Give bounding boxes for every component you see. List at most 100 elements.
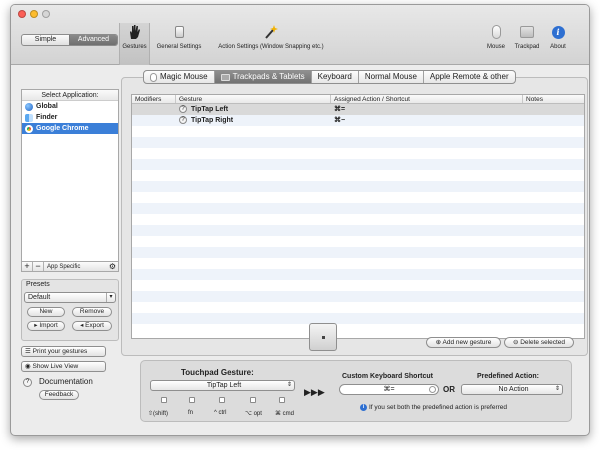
live-view-label: Show Live View bbox=[32, 363, 79, 370]
help-icon[interactable]: ? bbox=[23, 378, 32, 387]
row-modifiers bbox=[132, 104, 176, 115]
column-assigned-action[interactable]: Assigned Action / Shortcut bbox=[331, 95, 523, 103]
modifier-opt-label: ⌥ opt bbox=[245, 411, 262, 417]
modifier-shift-checkbox[interactable] bbox=[161, 397, 167, 403]
print-icon: ☰ bbox=[25, 348, 31, 355]
tab-keyboard[interactable]: Keyboard bbox=[312, 71, 359, 83]
predefined-action-value: No Action bbox=[498, 386, 529, 393]
modifier-cmd-checkbox[interactable] bbox=[279, 397, 285, 403]
info-note-text: If you set both the predefined action is… bbox=[369, 404, 508, 411]
show-live-view-button[interactable]: ◉ Show Live View bbox=[21, 361, 106, 372]
tab-label: Keyboard bbox=[317, 72, 352, 81]
row-gesture: ? TipTap Right bbox=[176, 115, 331, 126]
app-item-finder[interactable]: Finder bbox=[22, 112, 118, 123]
modifier-fn-checkbox[interactable] bbox=[189, 397, 195, 403]
preset-select[interactable]: Default ▾ bbox=[24, 292, 116, 303]
toolbar-trackpad[interactable]: Trackpad bbox=[511, 23, 543, 50]
toolbar-trackpad-label: Trackpad bbox=[514, 44, 540, 50]
gesture-table[interactable]: Modifiers Gesture Assigned Action / Shor… bbox=[131, 94, 585, 339]
info-note: i If you set both the predefined action … bbox=[360, 404, 507, 411]
row-shortcut: ⌘= bbox=[334, 106, 346, 113]
toolbar-about-label: About bbox=[550, 44, 566, 50]
gear-icon[interactable]: ⚙ bbox=[107, 262, 118, 271]
toolbar-general-label: General Settings bbox=[156, 44, 202, 50]
table-body: ? TipTap Left ⌘= ? TipTap Right ⌘− bbox=[132, 104, 584, 335]
modifier-opt-checkbox[interactable] bbox=[250, 397, 256, 403]
record-gesture-button[interactable] bbox=[309, 323, 337, 351]
switch-icon bbox=[170, 23, 188, 41]
toolbar-mouse-label: Mouse bbox=[486, 44, 505, 50]
tab-magic-mouse[interactable]: Magic Mouse bbox=[144, 71, 215, 83]
mode-segmented-control: Simple Advanced bbox=[21, 34, 118, 46]
column-modifiers[interactable]: Modifiers bbox=[132, 95, 176, 103]
chevron-down-icon: ▾ bbox=[106, 293, 115, 302]
tab-trackpads-tablets[interactable]: Trackpads & Tablets bbox=[214, 71, 312, 83]
delete-selected-label: Delete selected bbox=[520, 339, 566, 346]
globe-icon bbox=[25, 102, 33, 111]
predefined-action-select[interactable]: No Action ⇕ bbox=[461, 384, 563, 395]
shortcut-value: ⌘= bbox=[383, 386, 395, 393]
delete-selected-button[interactable]: ⊖ Delete selected bbox=[504, 337, 574, 348]
row-shortcut: ⌘− bbox=[334, 117, 346, 124]
remove-app-button[interactable]: − bbox=[33, 262, 44, 271]
chrome-icon bbox=[25, 124, 33, 133]
minimize-window-button[interactable] bbox=[30, 10, 38, 18]
close-window-button[interactable] bbox=[18, 10, 26, 18]
shortcut-recorder-field[interactable]: ⌘= bbox=[339, 384, 439, 395]
toolbar-action-label: Action Settings (Window Snapping etc.) bbox=[218, 44, 324, 50]
table-row-empty bbox=[132, 258, 584, 269]
column-notes[interactable]: Notes bbox=[523, 95, 584, 103]
export-button[interactable]: ◂ Export bbox=[72, 321, 112, 331]
add-app-button[interactable]: + bbox=[22, 262, 33, 271]
modifier-shift-label: ⇧(shift) bbox=[148, 411, 169, 417]
application-list: Select Application: Global Finder Google… bbox=[21, 89, 119, 263]
tab-label: Apple Remote & other bbox=[429, 72, 509, 81]
custom-shortcut-title: Custom Keyboard Shortcut bbox=[342, 373, 434, 380]
add-gesture-button[interactable]: ⊕ Add new gesture bbox=[426, 337, 501, 348]
help-icon[interactable]: ? bbox=[179, 105, 187, 113]
toolbar-general-settings[interactable]: General Settings bbox=[151, 23, 207, 50]
app-window: Simple Advanced Gestures General Setting… bbox=[10, 4, 590, 436]
row-gesture-label: TipTap Right bbox=[191, 117, 234, 124]
print-gestures-button[interactable]: ☰ Print your gestures bbox=[21, 346, 106, 357]
table-row[interactable]: ? TipTap Left ⌘= bbox=[132, 104, 584, 115]
toolbar-gestures[interactable]: Gestures bbox=[119, 23, 150, 65]
new-preset-button[interactable]: New bbox=[27, 307, 65, 317]
app-item-global[interactable]: Global bbox=[22, 101, 118, 112]
table-row-empty bbox=[132, 148, 584, 159]
help-icon[interactable]: ? bbox=[179, 116, 187, 124]
feedback-button[interactable]: Feedback bbox=[39, 390, 79, 400]
tab-normal-mouse[interactable]: Normal Mouse bbox=[359, 71, 424, 83]
mouse-icon bbox=[150, 72, 157, 82]
import-button[interactable]: ▸ Import bbox=[27, 321, 65, 331]
export-icon: ◂ bbox=[80, 322, 84, 329]
toolbar-about[interactable]: i About bbox=[546, 23, 570, 50]
app-item-google-chrome[interactable]: Google Chrome bbox=[22, 123, 118, 134]
eye-icon: ◉ bbox=[25, 363, 31, 370]
table-row-empty bbox=[132, 236, 584, 247]
modifier-ctrl-checkbox[interactable] bbox=[219, 397, 225, 403]
clear-shortcut-icon[interactable] bbox=[429, 386, 436, 393]
table-row-empty bbox=[132, 324, 584, 335]
documentation-link[interactable]: Documentation bbox=[39, 377, 93, 386]
mode-simple-button[interactable]: Simple bbox=[22, 35, 69, 45]
touchpad-gesture-select[interactable]: TipTap Left ⇕ bbox=[150, 380, 295, 391]
table-row-empty bbox=[132, 137, 584, 148]
modifier-fn-label: fn bbox=[188, 410, 194, 416]
column-gesture[interactable]: Gesture bbox=[176, 95, 331, 103]
presets-title: Presets bbox=[26, 281, 50, 288]
app-item-label: Finder bbox=[36, 114, 58, 121]
mode-advanced-button[interactable]: Advanced bbox=[69, 35, 117, 45]
zoom-window-button[interactable] bbox=[42, 10, 50, 18]
table-row-empty bbox=[132, 247, 584, 258]
toolbar-mouse[interactable]: Mouse bbox=[484, 23, 508, 50]
toolbar-gestures-label: Gestures bbox=[122, 44, 147, 50]
tab-apple-remote[interactable]: Apple Remote & other bbox=[424, 71, 515, 83]
predefined-action-title: Predefined Action: bbox=[477, 373, 539, 380]
table-row[interactable]: ? TipTap Right ⌘− bbox=[132, 115, 584, 126]
table-row-empty bbox=[132, 313, 584, 324]
toolbar-action-settings[interactable]: Action Settings (Window Snapping etc.) bbox=[209, 23, 333, 50]
remove-preset-button[interactable]: Remove bbox=[72, 307, 112, 317]
trackpad-icon bbox=[220, 73, 230, 81]
table-header: Modifiers Gesture Assigned Action / Shor… bbox=[132, 95, 584, 104]
